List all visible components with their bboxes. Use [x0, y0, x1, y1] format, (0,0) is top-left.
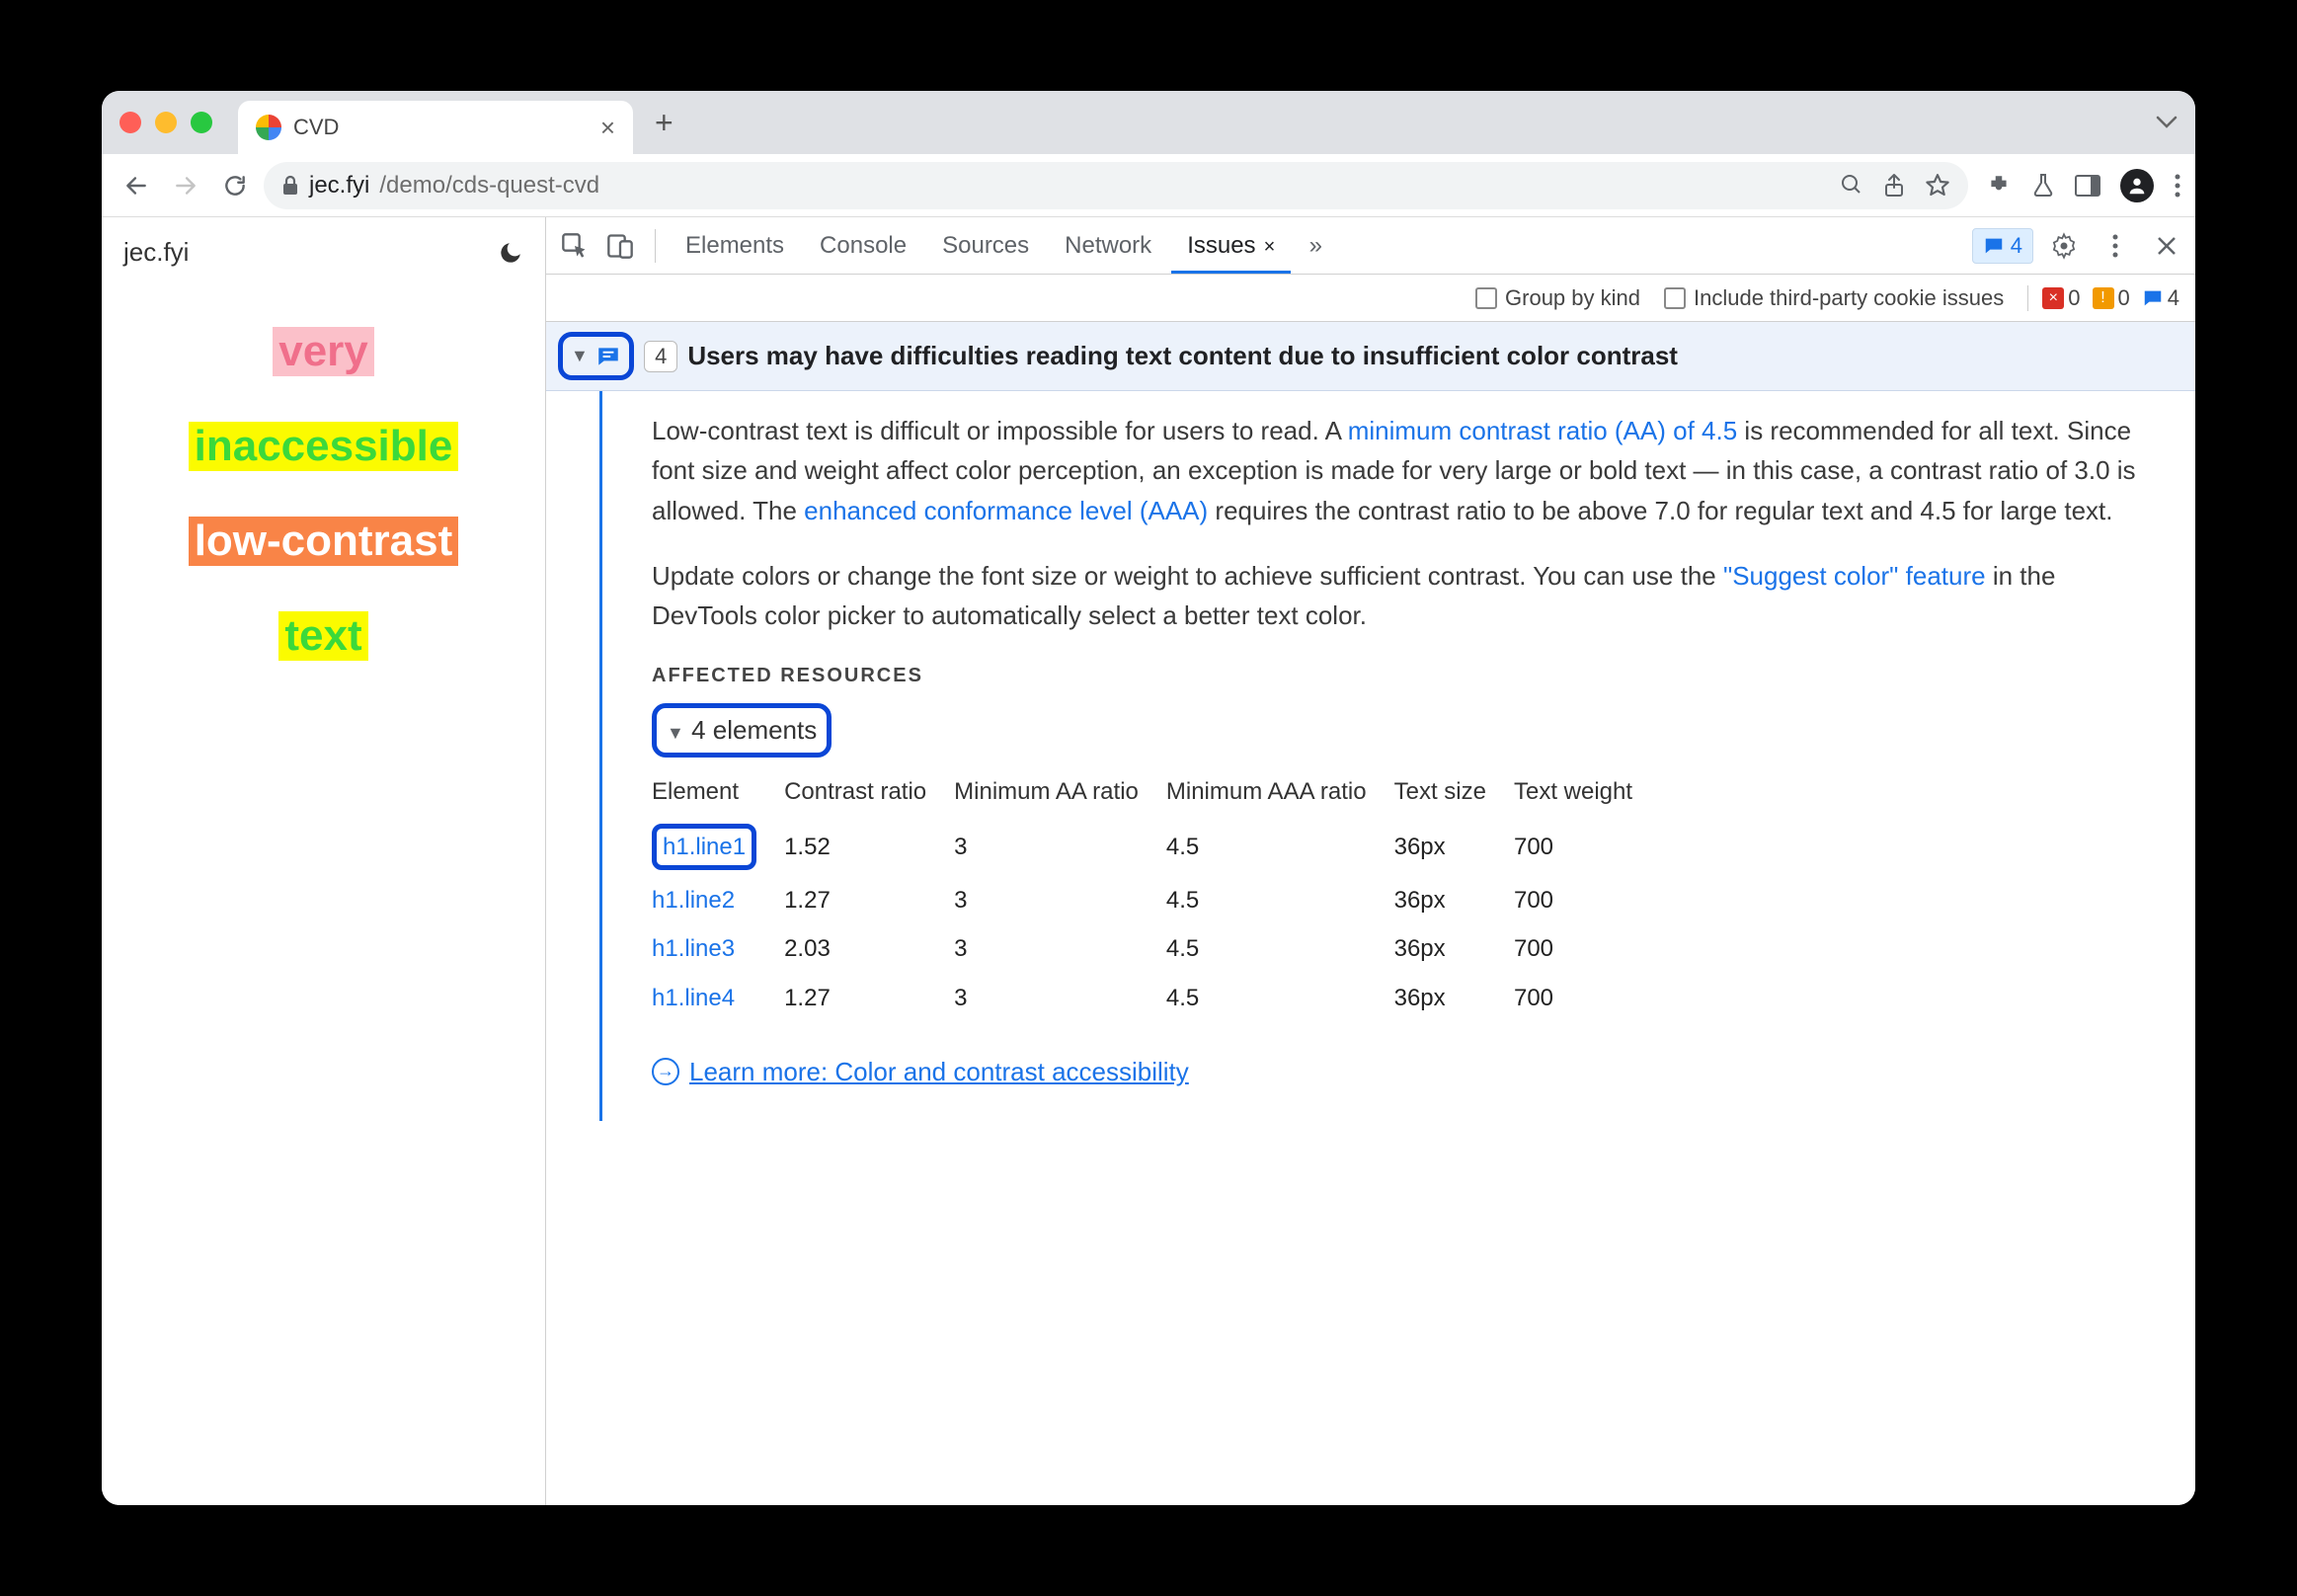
omnibox[interactable]: jec.fyi/demo/cds-quest-cvd	[264, 162, 1968, 209]
more-tabs-icon[interactable]: »	[1295, 225, 1336, 267]
back-button[interactable]	[116, 165, 157, 206]
demo-lines: very inaccessible low-contrast text	[118, 327, 529, 661]
zoom-icon[interactable]	[1840, 173, 1863, 199]
issue-description-1: Low-contrast text is difficult or imposs…	[652, 411, 2160, 530]
extensions-icon[interactable]	[1986, 173, 2012, 199]
group-by-kind-checkbox[interactable]: Group by kind	[1475, 285, 1640, 311]
bookmark-icon[interactable]	[1925, 173, 1950, 199]
settings-icon[interactable]	[2043, 225, 2085, 267]
forward-button[interactable]	[165, 165, 206, 206]
profile-avatar[interactable]	[2120, 169, 2154, 202]
omnibox-right-icons	[1840, 173, 1950, 199]
link-suggest-color[interactable]: "Suggest color" feature	[1723, 561, 1986, 591]
table-row: h1.line2 1.27 3 4.5 36px 700	[652, 876, 1660, 924]
device-toolbar-icon[interactable]	[599, 225, 641, 267]
element-link[interactable]: h1.line3	[652, 935, 735, 962]
chevron-down-icon: ▼	[667, 723, 684, 743]
issues-panel: ▼ 4 Users may have difficulties reading …	[546, 322, 2195, 1505]
element-link[interactable]: h1.line1	[663, 834, 746, 860]
issue-title: Users may have difficulties reading text…	[687, 341, 1678, 371]
issue-body: Low-contrast text is difficult or imposs…	[599, 391, 2195, 1121]
tab-issues[interactable]: Issues×	[1171, 218, 1291, 274]
page-content: jec.fyi very inaccessible low-contrast t…	[102, 217, 2195, 1505]
theme-toggle-icon[interactable]	[498, 240, 523, 266]
devtools-panel: Elements Console Sources Network Issues×…	[546, 217, 2195, 1505]
browser-tab[interactable]: CVD ×	[238, 101, 633, 154]
lock-icon	[281, 175, 299, 197]
url-path: /demo/cds-quest-cvd	[379, 172, 599, 200]
extension-icons	[1986, 169, 2181, 202]
close-tab-icon[interactable]: ×	[1264, 236, 1276, 258]
col-element: Element	[652, 765, 784, 818]
element-link[interactable]: h1.line4	[652, 985, 735, 1011]
demo-line-4: text	[278, 611, 367, 661]
url-host: jec.fyi	[309, 172, 369, 200]
site-brand: jec.fyi	[123, 237, 189, 268]
learn-more-link[interactable]: → Learn more: Color and contrast accessi…	[652, 1052, 2160, 1091]
tab-network[interactable]: Network	[1049, 218, 1167, 274]
side-panel-icon[interactable]	[2075, 175, 2100, 197]
col-min-aaa: Minimum AAA ratio	[1166, 765, 1394, 818]
issue-type-icon	[595, 344, 621, 369]
table-row: h1.line1 1.52 3 4.5 36px 700	[652, 818, 1660, 876]
warning-counter[interactable]: !0	[2093, 285, 2130, 311]
tab-sources[interactable]: Sources	[926, 218, 1045, 274]
demo-line-3: low-contrast	[189, 517, 459, 566]
close-window-button[interactable]	[119, 112, 141, 133]
labs-icon[interactable]	[2031, 173, 2055, 199]
issue-description-2: Update colors or change the font size or…	[652, 556, 2160, 636]
col-text-weight: Text weight	[1514, 765, 1660, 818]
fullscreen-window-button[interactable]	[191, 112, 212, 133]
link-contrast-aaa[interactable]: enhanced conformance level (AAA)	[804, 496, 1208, 525]
address-bar: jec.fyi/demo/cds-quest-cvd	[102, 154, 2195, 217]
affected-resources-label: AFFECTED RESOURCES	[652, 661, 2160, 691]
affected-elements-table: Element Contrast ratio Minimum AA ratio …	[652, 765, 1660, 1022]
kebab-menu-icon[interactable]	[2095, 225, 2136, 267]
arrow-right-circle-icon: →	[652, 1058, 679, 1085]
share-icon[interactable]	[1883, 173, 1905, 199]
tab-elements[interactable]: Elements	[670, 218, 800, 274]
traffic-lights	[119, 112, 212, 133]
demo-line-1: very	[273, 327, 374, 376]
col-text-size: Text size	[1394, 765, 1514, 818]
link-contrast-aa[interactable]: minimum contrast ratio (AA) of 4.5	[1348, 416, 1737, 445]
issue-header[interactable]: ▼ 4 Users may have difficulties reading …	[546, 322, 2195, 391]
issues-badge[interactable]: 4	[1972, 228, 2033, 264]
issue-expand-highlight: ▼	[558, 332, 634, 380]
tabs-overflow-icon[interactable]	[2156, 116, 2178, 129]
issues-counter[interactable]: 4	[2142, 285, 2179, 311]
site-header: jec.fyi	[118, 237, 529, 297]
tab-title: CVD	[293, 115, 339, 140]
favicon-icon	[256, 115, 281, 140]
close-devtools-icon[interactable]	[2146, 225, 2187, 267]
element-link[interactable]: h1.line2	[652, 887, 735, 914]
issue-counters: ×0 !0 4	[2027, 285, 2179, 311]
browser-window: CVD × + jec.fyi/demo/cds-quest-cvd	[102, 91, 2195, 1505]
close-tab-icon[interactable]: ×	[600, 113, 615, 143]
col-min-aa: Minimum AA ratio	[954, 765, 1166, 818]
col-contrast-ratio: Contrast ratio	[784, 765, 954, 818]
issue-count-badge: 4	[644, 341, 677, 372]
inspect-element-icon[interactable]	[554, 225, 595, 267]
error-counter[interactable]: ×0	[2042, 285, 2080, 311]
tab-console[interactable]: Console	[804, 218, 922, 274]
reload-button[interactable]	[214, 165, 256, 206]
tab-bar: CVD × +	[102, 91, 2195, 154]
table-row: h1.line4 1.27 3 4.5 36px 700	[652, 974, 1660, 1022]
new-tab-button[interactable]: +	[655, 105, 673, 141]
affected-elements-toggle[interactable]: ▼ 4 elements	[652, 703, 2160, 757]
chevron-down-icon[interactable]: ▼	[571, 346, 589, 366]
devtools-tab-bar: Elements Console Sources Network Issues×…	[546, 217, 2195, 275]
third-party-checkbox[interactable]: Include third-party cookie issues	[1664, 285, 2004, 311]
rendered-page: jec.fyi very inaccessible low-contrast t…	[102, 217, 546, 1505]
menu-icon[interactable]	[2174, 173, 2181, 199]
minimize-window-button[interactable]	[155, 112, 177, 133]
issues-filter-bar: Group by kind Include third-party cookie…	[546, 275, 2195, 322]
table-row: h1.line3 2.03 3 4.5 36px 700	[652, 924, 1660, 973]
demo-line-2: inaccessible	[189, 422, 459, 471]
